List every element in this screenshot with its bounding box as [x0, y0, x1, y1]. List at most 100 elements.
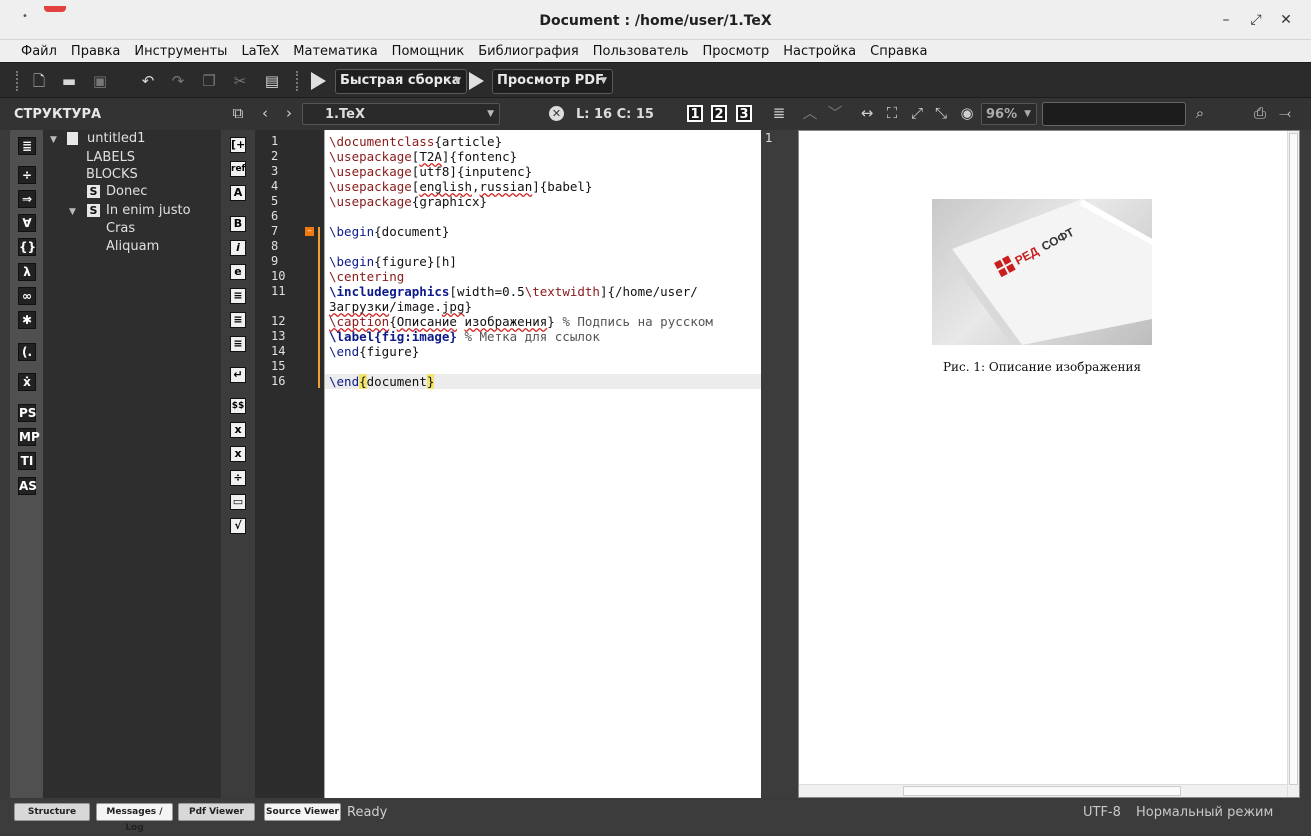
- toolbar-grip[interactable]: [16, 71, 22, 91]
- pdf-vertical-scrollbar[interactable]: [1287, 131, 1299, 797]
- restore-button[interactable]: ⤢: [1246, 10, 1266, 30]
- menu-user[interactable]: Пользователь: [593, 44, 689, 59]
- open-folder-icon[interactable]: ▬: [59, 71, 79, 91]
- eye-icon[interactable]: ◉: [958, 104, 976, 122]
- close-file-icon[interactable]: ✕: [549, 106, 564, 121]
- inline-math-icon[interactable]: $$: [230, 398, 246, 414]
- run-build-icon[interactable]: [311, 72, 326, 90]
- page-up-icon[interactable]: ︿: [801, 104, 819, 122]
- font-size-icon[interactable]: A: [230, 185, 246, 201]
- delimiters-icon[interactable]: {}: [18, 238, 36, 256]
- accent-symbols-icon[interactable]: ẋ: [18, 373, 36, 391]
- fraction-icon[interactable]: ÷: [230, 470, 246, 486]
- expand-arrow-icon[interactable]: ▼: [50, 135, 57, 145]
- menu-edit[interactable]: Правка: [71, 44, 120, 59]
- toolbar-grip-2[interactable]: [296, 71, 302, 91]
- menu-bibliography[interactable]: Библиография: [478, 44, 579, 59]
- forward-icon[interactable]: ›: [280, 104, 298, 122]
- undo-icon[interactable]: ↶: [138, 71, 158, 91]
- view-combo[interactable]: Просмотр PDF ▼: [492, 69, 613, 94]
- redo-icon[interactable]: ↷: [168, 71, 188, 91]
- left-right-delims-icon[interactable]: (.: [18, 343, 36, 361]
- search-icon[interactable]: ⌕: [1191, 104, 1209, 122]
- minimize-button[interactable]: –: [1216, 10, 1236, 30]
- panel-toggle-icon[interactable]: ⧉: [229, 104, 247, 122]
- bookmark-3-button[interactable]: 3: [736, 105, 752, 122]
- encoding-indicator[interactable]: UTF-8: [1083, 805, 1121, 820]
- greek-letters-icon[interactable]: λ: [18, 263, 36, 281]
- tikz-icon[interactable]: TI: [18, 452, 36, 470]
- print-icon[interactable]: ⎙: [1251, 104, 1269, 122]
- mode-indicator[interactable]: Нормальный режим: [1136, 805, 1273, 820]
- tree-item-blocks[interactable]: BLOCKS: [86, 167, 138, 182]
- menu-file[interactable]: Файл: [21, 44, 57, 59]
- fit-width-icon[interactable]: ↔: [858, 104, 876, 122]
- menu-wizard[interactable]: Помощник: [392, 44, 465, 59]
- italic-icon[interactable]: i: [230, 240, 246, 256]
- insert-ref-icon[interactable]: ref: [230, 161, 246, 177]
- structure-view-icon[interactable]: ≣: [18, 137, 36, 155]
- tree-item-aliquam[interactable]: Aliquam: [106, 239, 159, 254]
- tree-item-document[interactable]: untitled1: [67, 131, 145, 146]
- page-down-icon[interactable]: ﹀: [826, 104, 844, 122]
- scrollbar-thumb[interactable]: [903, 786, 1181, 796]
- pdf-structure-icon[interactable]: ≣: [770, 104, 788, 122]
- app-menu-icon[interactable]: •: [22, 12, 32, 22]
- fit-page-icon[interactable]: ⛶: [883, 104, 901, 122]
- menu-tools[interactable]: Инструменты: [134, 44, 227, 59]
- menu-view[interactable]: Просмотр: [703, 44, 770, 59]
- pstricks-icon[interactable]: PS: [18, 404, 36, 422]
- panel-splitter[interactable]: [761, 130, 798, 798]
- arrow-symbols-icon[interactable]: ⇒: [18, 190, 36, 208]
- asymptote-icon[interactable]: AS: [18, 477, 37, 495]
- menu-latex[interactable]: LaTeX: [241, 44, 279, 59]
- zoom-out-icon[interactable]: ⤡: [932, 104, 950, 122]
- messages-log-tab-button[interactable]: Messages / Log: [96, 803, 173, 833]
- fold-collapse-icon[interactable]: –: [305, 227, 314, 236]
- new-file-icon[interactable]: 🗋: [29, 71, 49, 91]
- zoom-in-icon[interactable]: ⤢: [908, 104, 926, 122]
- paste-icon[interactable]: ▤: [262, 71, 282, 91]
- new-line-icon[interactable]: ↵: [230, 367, 246, 383]
- infinity-symbols-icon[interactable]: ∞: [18, 287, 36, 305]
- align-center-icon[interactable]: ≡: [230, 312, 246, 328]
- align-left-icon[interactable]: ≡: [230, 288, 246, 304]
- expand-arrow-icon[interactable]: ▼: [69, 207, 76, 217]
- save-icon[interactable]: ▣: [90, 71, 110, 91]
- bookmark-2-button[interactable]: 2: [711, 105, 727, 122]
- scrollbar-thumb[interactable]: [1289, 133, 1298, 785]
- metapost-icon[interactable]: MP: [18, 428, 40, 446]
- subscript-icon[interactable]: x: [230, 422, 246, 438]
- run-view-icon[interactable]: [469, 72, 484, 90]
- superscript-icon[interactable]: x: [230, 446, 246, 462]
- misc-symbols-icon[interactable]: ∀: [18, 214, 36, 232]
- pdf-search-input[interactable]: [1042, 102, 1186, 126]
- structure-tab-button[interactable]: Structure: [14, 803, 90, 821]
- insert-label-icon[interactable]: [+: [230, 137, 246, 153]
- sync-icon[interactable]: ⤙: [1276, 104, 1294, 122]
- tree-item-cras[interactable]: Cras: [106, 221, 135, 236]
- pdf-viewer-tab-button[interactable]: Pdf Viewer: [178, 803, 255, 821]
- zoom-combo[interactable]: 96% ▼: [981, 103, 1037, 125]
- dfrac-icon[interactable]: ▭: [230, 494, 246, 510]
- tree-item-section-donec[interactable]: S Donec: [87, 184, 147, 199]
- tree-item-section-in-enim-justo[interactable]: S In enim justo: [87, 203, 191, 218]
- build-combo[interactable]: Быстрая сборка ▼: [335, 69, 467, 94]
- close-window-button[interactable]: ✕: [1276, 10, 1296, 30]
- copy-icon[interactable]: ❐: [199, 71, 219, 91]
- bold-icon[interactable]: B: [230, 216, 246, 232]
- source-viewer-tab-button[interactable]: Source Viewer: [264, 803, 341, 821]
- bookmark-1-button[interactable]: 1: [687, 105, 703, 122]
- tree-item-labels[interactable]: LABELS: [86, 150, 135, 165]
- back-icon[interactable]: ‹: [256, 104, 274, 122]
- open-file-combo[interactable]: 1.TeX ▼: [302, 103, 500, 125]
- sqrt-icon[interactable]: √: [230, 518, 246, 534]
- operators-icon[interactable]: ✱: [18, 311, 36, 329]
- emphasis-icon[interactable]: e: [230, 264, 246, 280]
- menu-options[interactable]: Настройка: [783, 44, 856, 59]
- pdf-horizontal-scrollbar[interactable]: [799, 784, 1287, 797]
- relation-icon[interactable]: ÷: [18, 166, 36, 184]
- align-right-icon[interactable]: ≡: [230, 336, 246, 352]
- menu-math[interactable]: Математика: [293, 44, 377, 59]
- menu-help[interactable]: Справка: [870, 44, 927, 59]
